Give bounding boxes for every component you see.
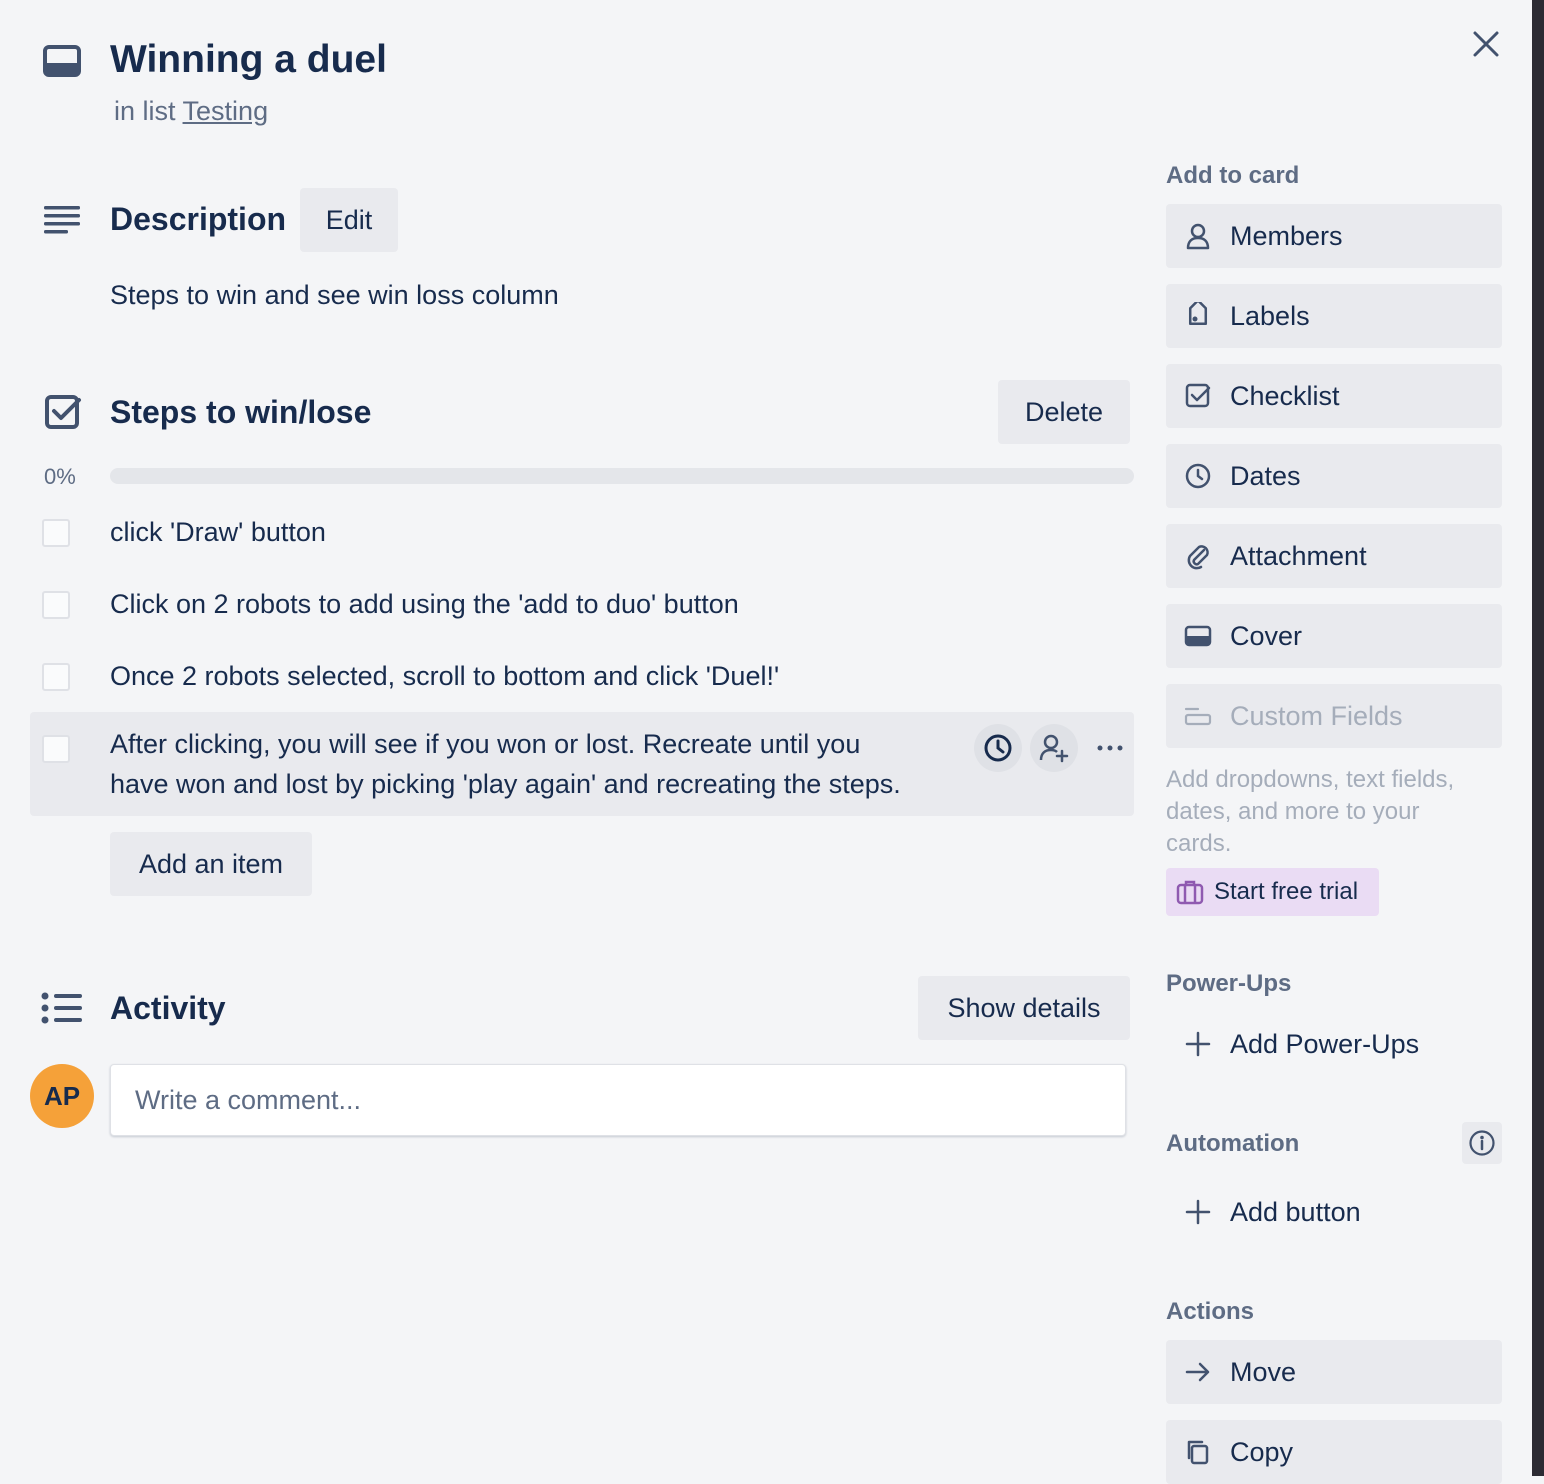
copy-button[interactable]: Copy: [1166, 1420, 1502, 1484]
list-prefix: in list: [114, 96, 176, 126]
checklist-item-text[interactable]: Once 2 robots selected, scroll to bottom…: [110, 656, 779, 696]
progress-percent: 0%: [44, 464, 76, 489]
dates-label: Dates: [1230, 460, 1301, 491]
checklist-button[interactable]: Checklist: [1166, 364, 1502, 428]
description-icon: [42, 204, 82, 238]
checkbox-icon: [1184, 382, 1212, 410]
attachment-button[interactable]: Attachment: [1166, 524, 1502, 588]
dates-button[interactable]: Dates: [1166, 444, 1502, 508]
custom-fields-desc-line: dates, and more to your: [1166, 798, 1420, 825]
copy-icon: [1184, 1438, 1212, 1466]
person-icon: [1184, 222, 1212, 250]
checklist-item-text[interactable]: Click on 2 robots to add using the 'add …: [110, 584, 739, 624]
start-free-trial-label: Start free trial: [1214, 878, 1359, 905]
window-edge: [1532, 0, 1544, 1476]
start-free-trial-button[interactable]: Start free trial: [1166, 868, 1379, 916]
checklist-item-text[interactable]: click 'Draw' button: [110, 512, 326, 552]
add-powerups-button[interactable]: Add Power-Ups: [1166, 1012, 1502, 1076]
activity-icon: [40, 990, 84, 1026]
labels-button[interactable]: Labels: [1166, 284, 1502, 348]
assign-member-icon[interactable]: [1030, 724, 1078, 772]
checklist-icon: [44, 394, 82, 432]
checklist-item-text-line2[interactable]: have won and lost by picking 'play again…: [110, 764, 901, 804]
labels-label: Labels: [1230, 300, 1310, 331]
checklist-item-checkbox[interactable]: [42, 663, 70, 691]
show-details-button[interactable]: Show details: [918, 976, 1130, 1040]
add-powerups-label: Add Power-Ups: [1230, 1028, 1420, 1059]
automation-heading: Automation: [1166, 1130, 1300, 1157]
info-icon[interactable]: [1462, 1122, 1502, 1164]
more-options-icon[interactable]: [1094, 736, 1126, 760]
add-to-card-heading: Add to card: [1166, 162, 1300, 189]
paperclip-icon: [1184, 542, 1212, 570]
tag-icon: [1184, 302, 1212, 330]
briefcase-icon: [1176, 879, 1204, 905]
progress-bar: [110, 468, 1134, 484]
checklist-heading[interactable]: Steps to win/lose: [110, 394, 371, 431]
activity-heading: Activity: [110, 990, 226, 1026]
cover-icon: [1184, 622, 1212, 650]
comment-input[interactable]: Write a comment...: [110, 1064, 1126, 1136]
arrow-right-icon: [1184, 1358, 1212, 1386]
custom-fields-description: Add dropdowns, text fields, dates, and m…: [1166, 764, 1454, 860]
edit-description-button[interactable]: Edit: [300, 188, 398, 252]
add-button-label: Add button: [1230, 1196, 1361, 1227]
delete-checklist-button[interactable]: Delete: [998, 380, 1130, 444]
checklist-item-checkbox[interactable]: [42, 591, 70, 619]
checklist-label: Checklist: [1230, 380, 1340, 411]
checklist-item-checkbox[interactable]: [42, 519, 70, 547]
plus-icon: [1184, 1030, 1212, 1058]
custom-fields-icon: [1184, 702, 1212, 730]
cover-label: Cover: [1230, 620, 1303, 651]
custom-fields-desc-line: cards.: [1166, 830, 1232, 857]
copy-label: Copy: [1230, 1436, 1294, 1467]
move-label: Move: [1230, 1356, 1297, 1387]
avatar[interactable]: AP: [30, 1064, 94, 1128]
card-title[interactable]: Winning a duel: [110, 38, 387, 82]
actions-heading: Actions: [1166, 1298, 1255, 1325]
checklist-item-checkbox[interactable]: [42, 735, 70, 763]
card-icon: [42, 44, 82, 78]
close-icon[interactable]: [1470, 28, 1502, 60]
members-button[interactable]: Members: [1166, 204, 1502, 268]
card-list-info: in list Testing: [114, 96, 268, 127]
due-date-clock-icon[interactable]: [974, 724, 1022, 772]
comment-placeholder: Write a comment...: [135, 1084, 362, 1115]
cover-button[interactable]: Cover: [1166, 604, 1502, 668]
description-text[interactable]: Steps to win and see win loss column: [110, 280, 559, 311]
add-item-button[interactable]: Add an item: [110, 832, 312, 896]
attachment-label: Attachment: [1230, 540, 1367, 571]
move-button[interactable]: Move: [1166, 1340, 1502, 1404]
plus-icon: [1184, 1198, 1212, 1226]
description-heading: Description: [110, 201, 287, 237]
powerups-heading: Power-Ups: [1166, 970, 1292, 997]
custom-fields-button[interactable]: Custom Fields: [1166, 684, 1502, 748]
list-link[interactable]: Testing: [183, 96, 269, 126]
clock-icon: [1184, 462, 1212, 490]
add-automation-button[interactable]: Add button: [1166, 1180, 1502, 1244]
checklist-item-text-line1[interactable]: After clicking, you will see if you won …: [110, 724, 860, 764]
members-label: Members: [1230, 220, 1343, 251]
custom-fields-label: Custom Fields: [1230, 700, 1403, 731]
custom-fields-desc-line: Add dropdowns, text fields,: [1166, 766, 1455, 793]
